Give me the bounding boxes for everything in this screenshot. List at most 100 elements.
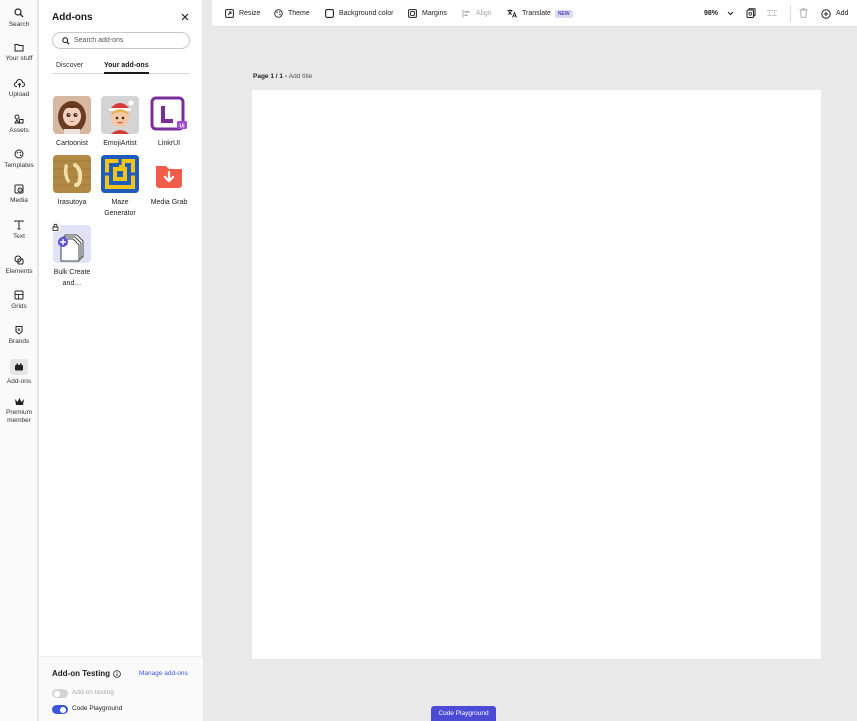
code-playground-button[interactable]: Code Playground	[431, 706, 496, 721]
tab-your-addons[interactable]: Your add-ons	[104, 62, 149, 74]
addon-emojiartist[interactable]: EmojiArtist	[96, 96, 144, 150]
top-toolbar: Resize Theme Background color Margins Al…	[212, 0, 857, 27]
theme-label: Theme	[288, 10, 310, 17]
zoom-dropdown[interactable]: 98%	[704, 8, 734, 19]
rail-label: Upload	[8, 91, 30, 98]
addon-label: Maze Generator	[96, 198, 144, 220]
assets-icon	[14, 114, 24, 124]
close-icon[interactable]	[180, 12, 190, 22]
rail-item-text[interactable]: Text	[0, 220, 38, 241]
addon-linkrui[interactable]: UI LinkrUI	[145, 96, 193, 150]
resize-label: Resize	[239, 10, 261, 17]
addons-panel: Add-ons Discover Your add-ons Cartoonist	[39, 0, 203, 721]
linkrui-thumbnail: UI	[150, 96, 188, 134]
brands-icon: B	[15, 326, 23, 335]
rail-item-templates[interactable]: Templates	[0, 149, 38, 170]
addon-label-line1: Maze	[111, 199, 129, 206]
rail-label: Grids	[11, 303, 27, 310]
background-color-button[interactable]: Background color	[325, 8, 393, 19]
rail-item-addons[interactable]: Add-ons	[0, 359, 38, 386]
page-indicator: Page 1 / 1 - Add title	[253, 73, 312, 80]
addons-icon	[15, 363, 23, 371]
rail-item-elements[interactable]: Elements	[0, 255, 38, 276]
addon-testing-label: Add-on testing	[72, 689, 114, 696]
addon-label: LinkrUI	[157, 140, 181, 147]
addon-media-grab[interactable]: Media Grab	[145, 155, 193, 209]
rail-label: Assets	[9, 127, 29, 134]
margins-icon	[408, 9, 417, 18]
resize-button[interactable]: Resize	[225, 8, 260, 19]
rail-label: Templates	[4, 162, 34, 169]
code-playground-toggle[interactable]	[52, 705, 68, 714]
add-title-link[interactable]: Add title	[289, 73, 313, 80]
translate-icon	[507, 9, 517, 18]
addons-icon-wrap	[10, 359, 28, 375]
addon-bulk-create[interactable]: Bulk Create and…	[48, 222, 96, 290]
upload-icon	[13, 79, 25, 88]
rail-label: Search	[8, 21, 30, 28]
left-rail: Search Your stuff Upload Assets Template…	[0, 0, 38, 721]
rail-label: Elements	[5, 268, 33, 275]
tab-discover[interactable]: Discover	[56, 62, 83, 74]
align-button[interactable]: Align	[462, 8, 492, 19]
translate-label: Translate	[522, 10, 551, 17]
rail-item-brands[interactable]: B Brands	[0, 325, 38, 346]
crown-icon	[14, 398, 24, 405]
folder-icon	[14, 44, 24, 52]
addon-irasutoya[interactable]: Irasutoya	[48, 155, 96, 209]
irasutoya-thumbnail	[53, 155, 91, 193]
grids-icon	[14, 290, 24, 300]
rail-item-your-stuff[interactable]: Your stuff	[0, 43, 38, 63]
addon-cartoonist[interactable]: Cartoonist	[48, 96, 96, 150]
addon-label: Bulk Create and…	[48, 268, 96, 290]
rail-label: Text	[13, 233, 25, 240]
media-grab-thumbnail	[150, 155, 188, 193]
theme-button[interactable]: Theme	[274, 8, 310, 19]
svg-text:B: B	[18, 327, 21, 332]
search-box	[52, 32, 190, 49]
rail-label: Add-ons	[6, 378, 32, 385]
addon-testing-toggle[interactable]	[52, 689, 68, 698]
palette-icon	[274, 9, 283, 18]
rail-label-line2: member	[7, 417, 31, 425]
addon-tabs: Discover Your add-ons	[52, 62, 190, 74]
background-color-icon	[325, 9, 334, 18]
trash-icon[interactable]	[799, 8, 808, 18]
panel-title: Add-ons	[52, 12, 93, 23]
search-icon	[62, 37, 70, 45]
rail-label: Premium	[5, 409, 32, 416]
rail-label: Media	[10, 197, 28, 204]
rail-item-premium[interactable]: Premium member	[0, 397, 38, 425]
manage-addons-link[interactable]: Manage add-ons	[139, 670, 188, 677]
background-color-label: Background color	[339, 10, 394, 17]
resize-icon	[225, 9, 234, 18]
cartoonist-thumbnail	[53, 96, 91, 134]
addon-maze-generator[interactable]: Maze Generator	[96, 155, 144, 220]
design-page[interactable]	[252, 90, 821, 659]
rail-item-media[interactable]: Media	[0, 184, 38, 205]
rail-item-search[interactable]: Search	[0, 8, 38, 29]
addon-label-line2: and…	[62, 279, 82, 287]
hide-element-icon[interactable]	[767, 8, 777, 18]
add-button[interactable]: Add	[821, 8, 848, 19]
pages-icon[interactable]	[746, 8, 756, 18]
search-input[interactable]	[74, 34, 184, 47]
addon-label: EmojiArtist	[103, 140, 137, 147]
rail-item-upload[interactable]: Upload	[0, 79, 38, 99]
info-icon[interactable]	[113, 670, 121, 678]
addon-label: Irasutoya	[57, 199, 87, 206]
margins-button[interactable]: Margins	[408, 8, 447, 19]
elements-icon	[14, 255, 24, 265]
align-label: Align	[476, 10, 492, 17]
lock-icon	[50, 222, 61, 233]
addon-testing-title: Add-on Testing	[52, 669, 111, 678]
addon-label: Media Grab	[150, 199, 188, 206]
translate-button[interactable]: Translate NEW	[507, 8, 573, 19]
rail-item-grids[interactable]: Grids	[0, 290, 38, 311]
code-playground-label: Code Playground	[72, 705, 123, 712]
rail-item-assets[interactable]: Assets	[0, 114, 38, 135]
addon-label-line1: Bulk Create	[53, 269, 91, 276]
toggle-knob	[60, 706, 66, 713]
maze-generator-thumbnail	[101, 155, 139, 193]
toolbar-divider	[790, 5, 791, 22]
